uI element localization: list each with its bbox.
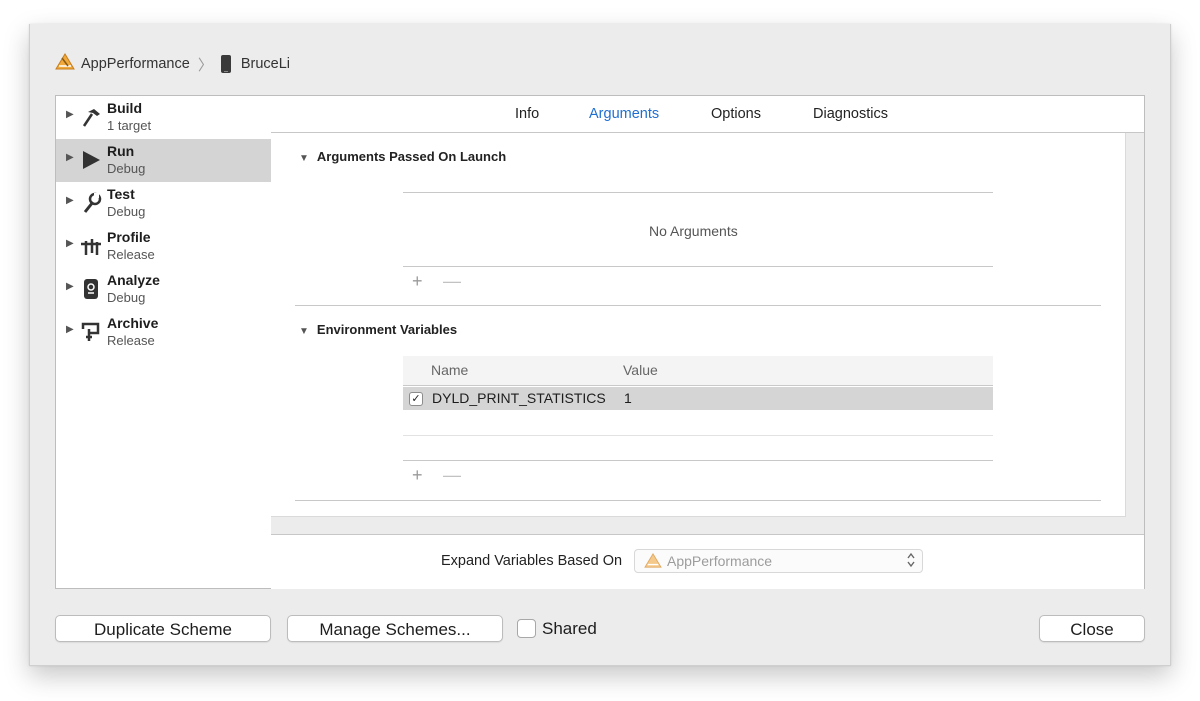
sidebar-item-subtitle: Debug: [107, 161, 146, 176]
xcode-app-icon: [55, 53, 75, 75]
sidebar-item-title: Run: [107, 143, 135, 159]
divider: [403, 266, 993, 267]
tab-bar: Info Arguments Options Diagnostics: [271, 96, 1144, 133]
shared-checkbox[interactable]: [517, 619, 536, 638]
duplicate-scheme-button[interactable]: Duplicate Scheme: [55, 615, 271, 642]
environment-table-header: Name Value: [403, 356, 993, 386]
expand-variables-popup[interactable]: AppPerformance: [634, 549, 923, 573]
divider: [403, 192, 993, 193]
environment-section-title: Environment Variables: [316, 322, 458, 337]
disclosure-triangle-icon[interactable]: ▶: [66, 238, 74, 249]
tab-arguments[interactable]: Arguments: [589, 106, 659, 122]
sidebar-item-archive[interactable]: ▶ Archive Release: [56, 311, 271, 354]
tab-diagnostics[interactable]: Diagnostics: [813, 106, 888, 122]
sidebar-item-test[interactable]: ▶ Test Debug: [56, 182, 271, 225]
scheme-name[interactable]: AppPerformance: [81, 56, 190, 72]
analyze-icon: [80, 278, 102, 300]
sidebar-item-analyze[interactable]: ▶ Analyze Debug: [56, 268, 271, 311]
section-divider: [295, 500, 1101, 501]
disclosure-triangle-icon[interactable]: ▶: [66, 152, 74, 163]
expand-variables-bar: Expand Variables Based On AppPerformance: [271, 534, 1144, 589]
archive-icon: [80, 321, 102, 343]
sidebar-item-title: Test: [107, 186, 135, 202]
disclosure-triangle-icon[interactable]: ▼: [299, 326, 309, 337]
disclosure-triangle-icon[interactable]: ▶: [66, 281, 74, 292]
play-icon: [80, 149, 102, 171]
sidebar-item-subtitle: Release: [107, 333, 155, 348]
breadcrumb-separator: 〉: [197, 56, 213, 74]
disclosure-triangle-icon[interactable]: ▼: [299, 153, 309, 164]
sidebar-item-subtitle: 1 target: [107, 118, 152, 133]
divider: [403, 460, 993, 461]
iphone-icon: [220, 55, 231, 73]
section-divider: [295, 305, 1101, 306]
scheme-breadcrumb[interactable]: AppPerformance 〉 BruceLi: [55, 53, 290, 75]
expand-variables-label: Expand Variables Based On: [441, 553, 623, 569]
scheme-actions-sidebar: ▶ Build 1 target ▶ Run Debug ▶ Test Debu…: [55, 95, 272, 589]
scheme-action-detail: Info Arguments Options Diagnostics ▼ Argu…: [271, 95, 1145, 589]
table-row[interactable]: ✓ DYLD_PRINT_STATISTICS 1: [403, 387, 993, 410]
disclosure-triangle-icon[interactable]: ▶: [66, 324, 74, 335]
arguments-content: ▼ Arguments Passed On Launch No Arguments…: [271, 133, 1126, 517]
variable-enabled-checkbox[interactable]: ✓: [409, 392, 423, 406]
wrench-icon: [80, 192, 102, 214]
sidebar-item-title: Analyze: [107, 272, 160, 288]
xcode-app-icon: [644, 553, 662, 574]
arguments-section-title: Arguments Passed On Launch: [316, 149, 507, 164]
manage-schemes-button[interactable]: Manage Schemes...: [287, 615, 503, 642]
environment-section-header[interactable]: ▼ Environment Variables: [299, 322, 457, 337]
add-argument-button[interactable]: +: [412, 271, 423, 292]
instruments-icon: [80, 235, 102, 257]
sidebar-item-title: Profile: [107, 229, 151, 245]
add-variable-button[interactable]: +: [412, 465, 423, 486]
column-header-name[interactable]: Name: [431, 362, 468, 378]
column-header-value[interactable]: Value: [623, 362, 658, 378]
sidebar-item-run[interactable]: ▶ Run Debug: [56, 139, 271, 182]
popup-chevrons-icon: [906, 551, 916, 570]
disclosure-triangle-icon[interactable]: ▶: [66, 109, 74, 120]
disclosure-triangle-icon[interactable]: ▶: [66, 195, 74, 206]
remove-variable-button[interactable]: —: [443, 465, 461, 486]
close-button[interactable]: Close: [1039, 615, 1145, 642]
destination-name[interactable]: BruceLi: [241, 56, 290, 72]
tab-options[interactable]: Options: [711, 106, 761, 122]
variable-name-cell[interactable]: DYLD_PRINT_STATISTICS: [432, 390, 606, 406]
hammer-icon: [80, 106, 102, 128]
variable-value-cell[interactable]: 1: [624, 390, 632, 406]
row-divider: [403, 435, 993, 436]
no-arguments-label: No Arguments: [649, 223, 738, 239]
remove-argument-button[interactable]: —: [443, 271, 461, 292]
shared-label[interactable]: Shared: [542, 619, 597, 639]
arguments-section-header[interactable]: ▼ Arguments Passed On Launch: [299, 149, 506, 164]
sidebar-item-title: Archive: [107, 315, 159, 331]
sidebar-item-profile[interactable]: ▶ Profile Release: [56, 225, 271, 268]
sidebar-item-build[interactable]: ▶ Build 1 target: [56, 96, 271, 139]
sidebar-item-subtitle: Release: [107, 247, 155, 262]
tab-info[interactable]: Info: [515, 106, 539, 122]
sidebar-item-title: Build: [107, 100, 142, 116]
expand-variables-selected: AppPerformance: [667, 553, 773, 569]
sidebar-item-subtitle: Debug: [107, 204, 146, 219]
sidebar-item-subtitle: Debug: [107, 290, 146, 305]
